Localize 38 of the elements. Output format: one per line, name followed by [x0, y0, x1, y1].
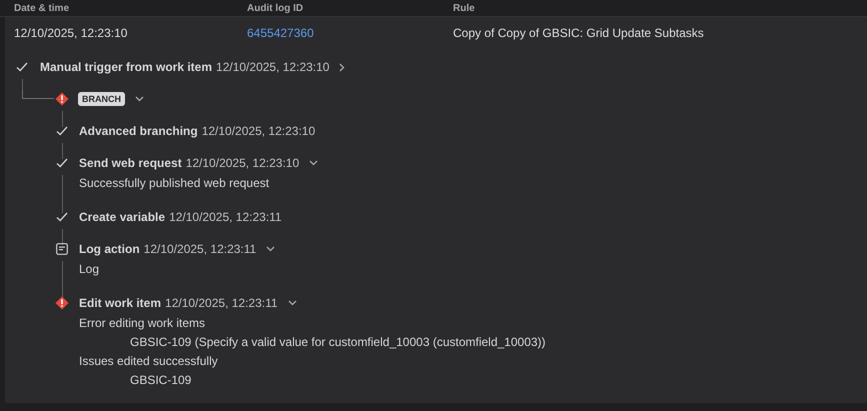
detail-text: GBSIC-109 (Specify a valid value for customfield_10003 (customfield_10003)): [129, 334, 546, 351]
step-time: 12/10/2025, 12:23:11: [165, 296, 278, 310]
step-time: 12/10/2025, 12:23:10: [216, 60, 330, 74]
detail-text: Error editing work items: [79, 315, 206, 332]
error-icon: [55, 92, 69, 106]
detail-text: Issues edited successfully: [79, 353, 219, 370]
check-icon: [56, 158, 68, 168]
step-time: 12/10/2025, 12:23:11: [144, 242, 256, 256]
error-icon: [55, 296, 69, 310]
check-icon: [16, 62, 28, 72]
check-icon: [56, 212, 68, 222]
column-header: Audit log ID: [247, 2, 304, 14]
check-icon: [56, 126, 68, 136]
chevron-icon[interactable]: [339, 62, 346, 72]
step-time: 12/10/2025, 12:23:10: [202, 124, 316, 138]
column-header: Date & time: [14, 2, 70, 14]
step-title: Create variable: [79, 210, 166, 224]
step-time: 12/10/2025, 12:23:11: [169, 210, 282, 224]
audit-id-link[interactable]: 6455427360: [247, 26, 453, 40]
step-title: Log action: [79, 242, 140, 256]
detail-text: Log: [79, 261, 100, 278]
document-icon: [56, 243, 68, 255]
step-title: Send web request: [79, 156, 182, 170]
date-cell-text: 12/10/2025, 12:23:10: [14, 26, 128, 40]
rule-cell: Copy of Copy of GBSIC: Grid Update Subtasks: [453, 26, 704, 40]
column-header: Rule: [453, 2, 475, 14]
chevron-icon[interactable]: [135, 96, 144, 102]
step-title: Manual trigger from work item: [40, 60, 212, 74]
detail-text: Successfully published web request: [79, 175, 270, 192]
chevron-icon[interactable]: [266, 246, 276, 252]
step-title: Advanced branching: [79, 124, 198, 138]
connector-line: [22, 90, 54, 99]
step-title: Edit work item: [79, 296, 162, 310]
chevron-icon[interactable]: [288, 300, 297, 306]
detail-text: GBSIC-109: [129, 372, 192, 389]
branch-badge: BRANCH: [78, 92, 125, 106]
chevron-icon[interactable]: [309, 160, 318, 166]
step-time: 12/10/2025, 12:23:10: [186, 156, 300, 170]
